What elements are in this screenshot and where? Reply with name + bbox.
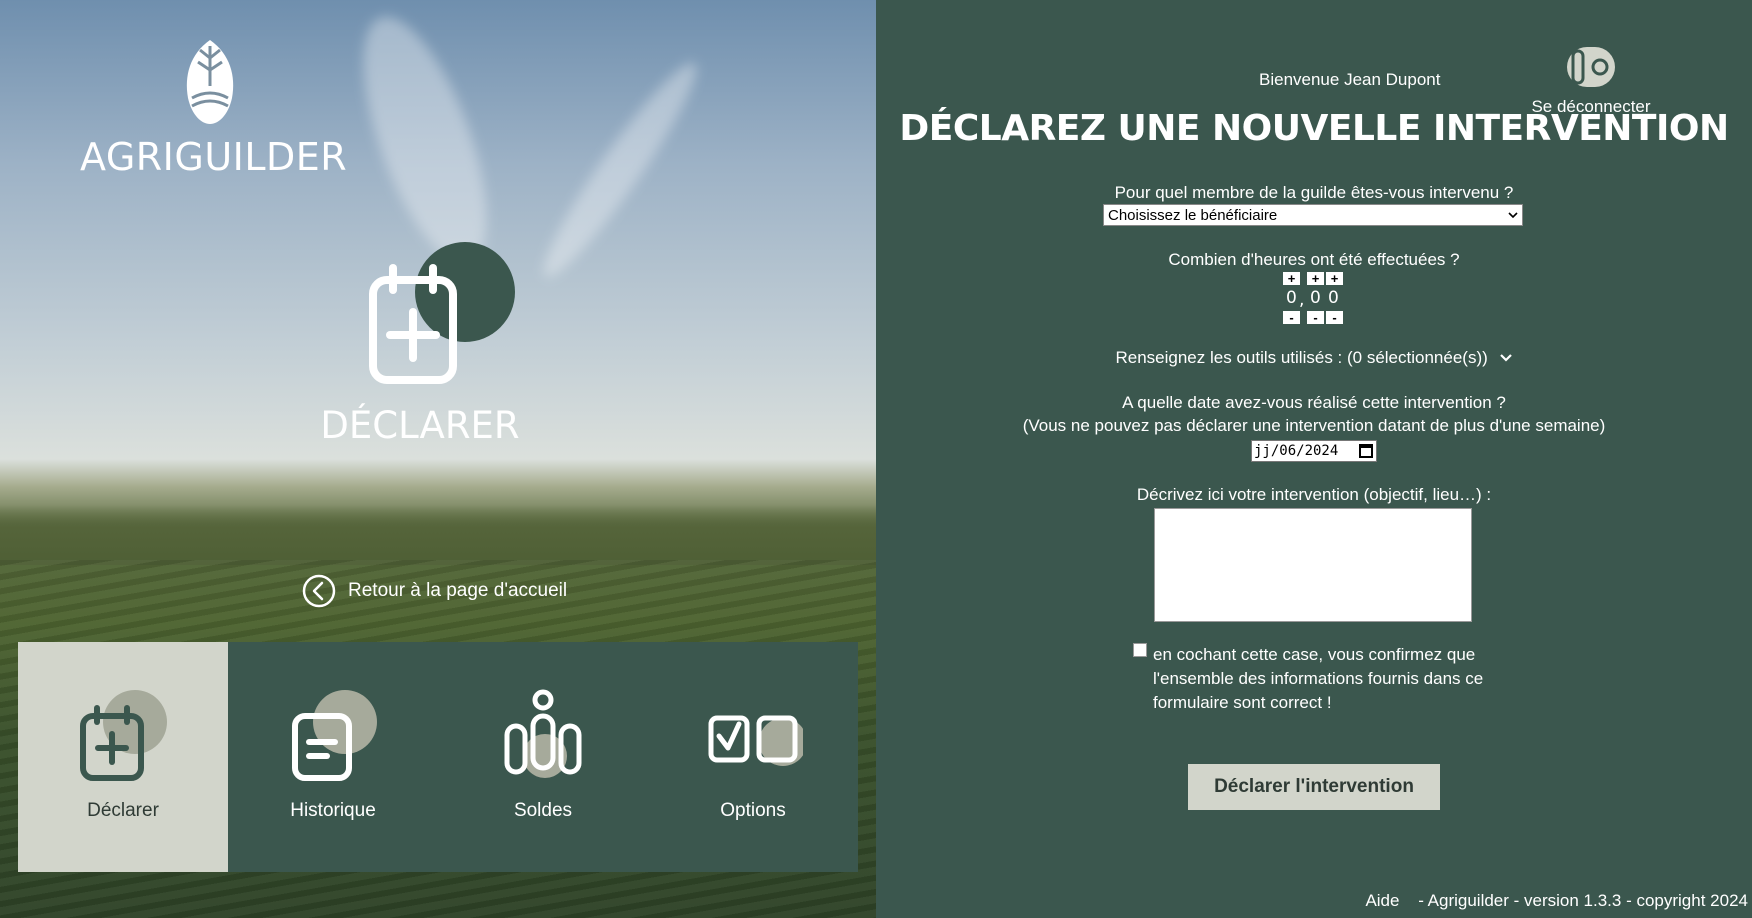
nav-label: Historique	[290, 800, 376, 821]
hours-question: Combien d'heures ont été effectuées ?	[1168, 250, 1460, 269]
hours-digit-tenths: 0	[1310, 288, 1321, 308]
help-link[interactable]: Aide	[1365, 891, 1399, 910]
beneficiary-select-value: Choisissez le bénéficiaire	[1108, 206, 1278, 224]
footer: Aide - Agriguilder - version 1.3.3 - cop…	[1351, 891, 1748, 911]
nav-item-soldes[interactable]: Soldes	[438, 642, 648, 872]
calendar-plus-icon	[369, 242, 515, 384]
description-question: Décrivez ici votre intervention (objecti…	[1136, 485, 1492, 504]
member-question: Pour quel membre de la guilde êtes-vous …	[1114, 183, 1514, 202]
hours-hundredths-plus-button[interactable]: +	[1326, 272, 1343, 285]
hours-units-minus-button[interactable]: -	[1283, 311, 1300, 324]
date-input-value: jj/06/2024	[1254, 443, 1339, 459]
right-panel: Bienvenue Jean Dupont Se déconnecter DÉC…	[876, 0, 1752, 918]
page-title: DÉCLAREZ UNE NOUVELLE INTERVENTION	[899, 108, 1729, 149]
treeline	[0, 505, 876, 565]
brand-logo: AGRIGUILDER	[80, 36, 348, 179]
people-icon	[504, 689, 582, 778]
document-icon	[292, 690, 377, 781]
back-home-label: Retour à la page d'accueil	[348, 580, 568, 601]
date-question: A quelle date avez-vous réalisé cette in…	[1122, 393, 1506, 412]
arrow-left-circle-icon	[302, 574, 336, 608]
confirm-checkbox[interactable]	[1133, 643, 1147, 657]
beneficiary-select[interactable]: Choisissez le bénéficiaire	[1103, 204, 1523, 226]
date-note: (Vous ne pouvez pas déclarer une interve…	[1022, 416, 1606, 435]
hours-stepper: + + + 0 , 0 0 - - -	[1283, 272, 1363, 326]
hours-digit-hundredths: 0	[1328, 288, 1339, 308]
back-home-link[interactable]: Retour à la page d'accueil	[302, 574, 567, 608]
tools-label: Renseignez les outils utilisés : (0 séle…	[1115, 348, 1488, 367]
hours-hundredths-minus-button[interactable]: -	[1326, 311, 1343, 324]
leaf-handshake-icon	[186, 40, 234, 124]
calendar-icon[interactable]	[1359, 444, 1373, 458]
nav-label: Déclarer	[87, 800, 159, 821]
cloud	[529, 52, 711, 288]
confirm-text: en cochant cette case, vous confirmez qu…	[1153, 645, 1484, 712]
logout-button[interactable]: Se déconnecter	[1521, 44, 1661, 117]
chevron-down-icon	[1508, 212, 1518, 219]
hours-digit-units: 0	[1286, 288, 1297, 308]
chevron-down-icon	[1499, 354, 1512, 362]
date-input[interactable]: jj/06/2024	[1251, 440, 1377, 462]
tools-dropdown[interactable]: Renseignez les outils utilisés : (0 séle…	[876, 348, 1752, 368]
left-panel: AGRIGUILDER DÉCLARER Retour à la page d'…	[0, 0, 876, 918]
hours-tenths-minus-button[interactable]: -	[1307, 311, 1324, 324]
hero-title: DÉCLARER	[320, 404, 520, 447]
footer-info: - Agriguilder - version 1.3.3 - copyrigh…	[1418, 891, 1748, 910]
hours-tenths-plus-button[interactable]: +	[1307, 272, 1324, 285]
welcome-text: Bienvenue Jean Dupont	[1259, 70, 1441, 89]
nav-item-options[interactable]: Options	[648, 642, 858, 872]
hours-units-plus-button[interactable]: +	[1283, 272, 1300, 285]
nav-label: Soldes	[513, 800, 573, 821]
description-textarea[interactable]	[1154, 508, 1472, 622]
nav-item-declarer[interactable]: Déclarer	[18, 642, 228, 872]
brand-name: AGRIGUILDER	[80, 135, 348, 179]
nav-item-historique[interactable]: Historique	[228, 642, 438, 872]
toggle-off-icon	[1567, 47, 1615, 87]
submit-button[interactable]: Déclarer l'intervention	[1188, 764, 1440, 810]
checkbox-icon	[708, 715, 803, 766]
hours-decimal-separator: ,	[1299, 290, 1305, 310]
calendar-plus-icon	[80, 690, 167, 781]
main-nav: Déclarer Historique Soldes Options	[18, 642, 858, 872]
nav-label: Options	[720, 800, 786, 821]
